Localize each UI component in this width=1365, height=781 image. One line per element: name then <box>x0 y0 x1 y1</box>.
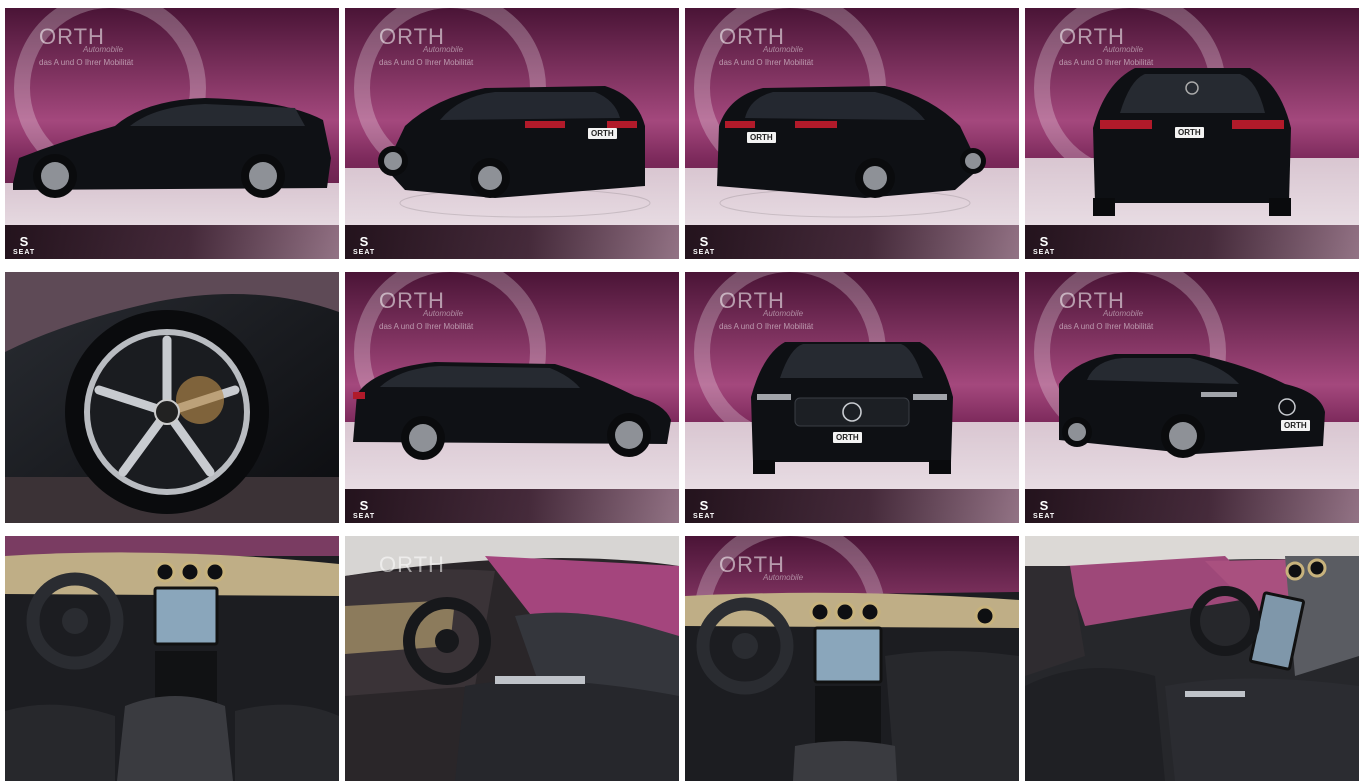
seat-banner: S SEAT <box>685 489 1019 523</box>
car-photo <box>1025 272 1359 523</box>
seat-logo-icon: S <box>1039 498 1049 513</box>
license-plate: ORTH <box>833 432 862 443</box>
car-photo <box>1025 536 1359 781</box>
gallery-image-8[interactable]: ORTH ORTH Automobile das A und O Ihrer M… <box>1025 272 1359 523</box>
license-plate: ORTH <box>1175 127 1204 138</box>
seat-banner: S SEAT <box>1025 489 1359 523</box>
car-photo <box>685 536 1019 781</box>
seat-logo-text: SEAT <box>353 249 376 256</box>
seat-logo-icon: S <box>699 234 709 249</box>
car-photo <box>685 272 1019 523</box>
car-photo <box>345 272 679 523</box>
gallery-image-5[interactable] <box>5 272 339 523</box>
seat-banner: S SEAT <box>5 225 339 259</box>
gallery-image-12[interactable] <box>1025 536 1359 781</box>
seat-logo-text: SEAT <box>353 513 376 520</box>
gallery-image-3[interactable]: ORTH ORTH Automobile das A und O Ihrer M… <box>685 8 1019 259</box>
car-photo <box>5 8 339 259</box>
gallery-image-11[interactable]: ORTH Automobile <box>685 536 1019 781</box>
gallery-image-7[interactable]: ORTH ORTH Automobile das A und O Ihrer M… <box>685 272 1019 523</box>
license-plate: ORTH <box>588 128 617 139</box>
gallery-image-4[interactable]: ORTH ORTH Automobile das A und O Ihrer M… <box>1025 8 1359 259</box>
car-photo <box>685 8 1019 259</box>
gallery-image-1[interactable]: ORTH Automobile das A und O Ihrer Mobili… <box>5 8 339 259</box>
seat-logo-text: SEAT <box>693 513 716 520</box>
seat-logo-icon: S <box>19 234 29 249</box>
seat-banner: S SEAT <box>685 225 1019 259</box>
seat-logo-text: SEAT <box>693 249 716 256</box>
car-photo <box>5 536 339 781</box>
license-plate: ORTH <box>747 132 776 143</box>
seat-logo-icon: S <box>359 234 369 249</box>
car-photo <box>345 536 679 781</box>
gallery-image-2[interactable]: ORTH ORTH Automobile das A und O Ihrer M… <box>345 8 679 259</box>
seat-banner: S SEAT <box>345 489 679 523</box>
car-photo <box>5 272 339 523</box>
gallery-image-9[interactable] <box>5 536 339 781</box>
seat-logo-text: SEAT <box>1033 513 1056 520</box>
seat-logo-text: SEAT <box>13 249 36 256</box>
gallery-image-10[interactable]: ORTH <box>345 536 679 781</box>
seat-banner: S SEAT <box>1025 225 1359 259</box>
gallery-image-6[interactable]: ORTH Automobile das A und O Ihrer Mobili… <box>345 272 679 523</box>
seat-banner: S SEAT <box>345 225 679 259</box>
seat-logo-text: SEAT <box>1033 249 1056 256</box>
seat-logo-icon: S <box>699 498 709 513</box>
seat-logo-icon: S <box>359 498 369 513</box>
car-photo <box>345 8 679 259</box>
license-plate: ORTH <box>1281 420 1310 431</box>
seat-logo-icon: S <box>1039 234 1049 249</box>
photo-gallery: ORTH Automobile das A und O Ihrer Mobili… <box>0 0 1365 781</box>
